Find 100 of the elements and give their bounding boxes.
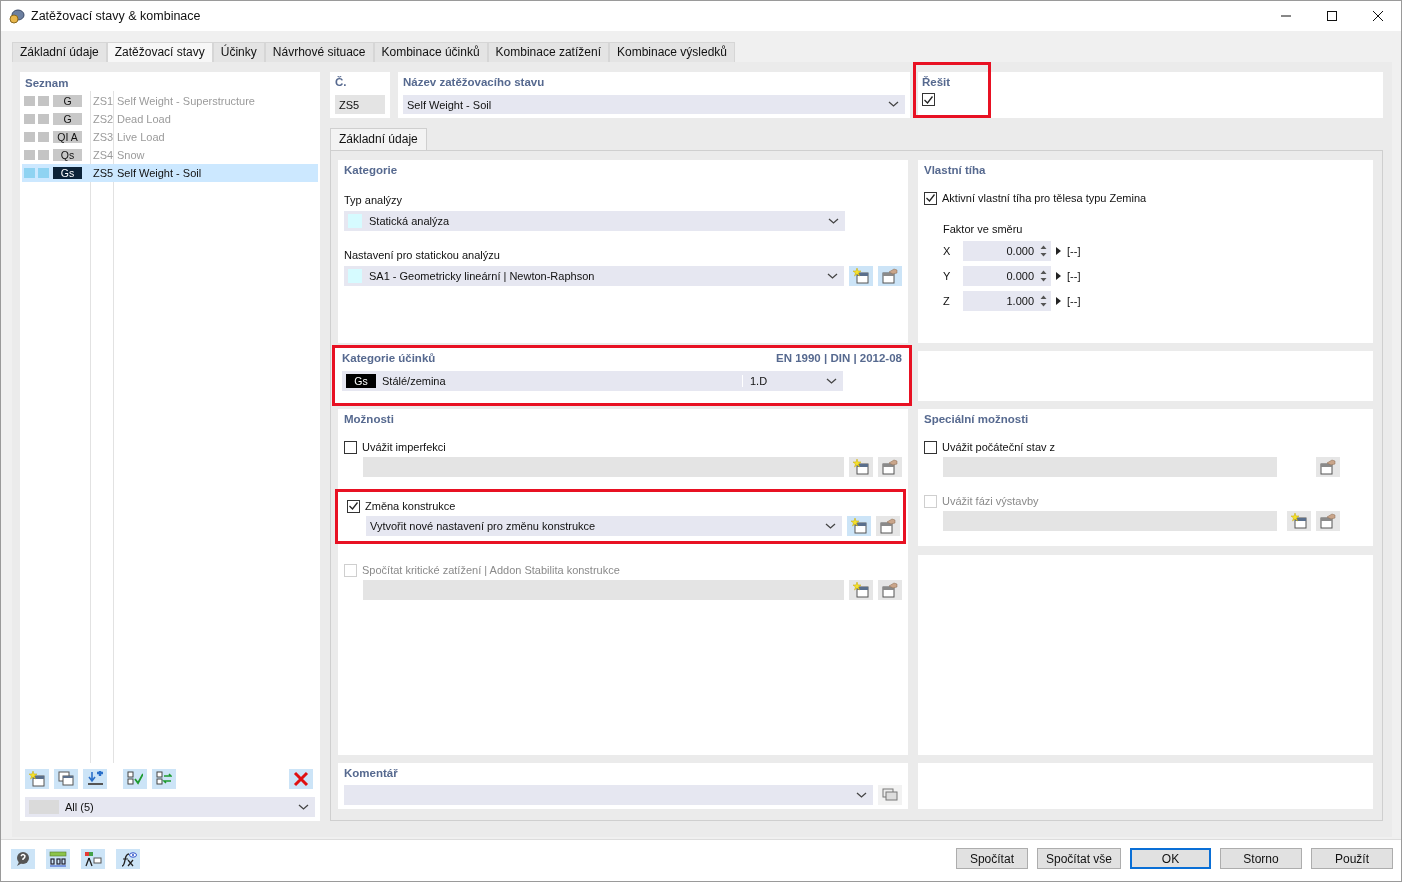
speech-bubble-icon xyxy=(15,850,31,867)
checkbox-label: Spočítat kritické zatížení | Addon Stabilita konstrukce xyxy=(362,564,620,576)
load-case-name: Snow xyxy=(116,149,145,161)
checkbox[interactable] xyxy=(344,440,357,454)
tool-button[interactable] xyxy=(1316,511,1340,531)
window-hand-icon xyxy=(882,459,898,475)
checkbox-label: Aktivní vlastní tíha pro tělesa typu Zemina xyxy=(942,192,1147,204)
checkbox[interactable] xyxy=(347,499,360,513)
dialog-button[interactable]: OK xyxy=(1130,848,1211,869)
tab[interactable]: Základní údaje xyxy=(12,42,107,62)
standard-label: EN 1990 | DIN | 2012-08 xyxy=(776,351,902,366)
checkmark-icon xyxy=(926,194,935,202)
field-label: Nastavení pro statickou analýzu xyxy=(344,248,501,263)
triangle-right-icon[interactable] xyxy=(1056,247,1061,255)
spinner-icon xyxy=(1040,295,1047,307)
category-tag: Gs xyxy=(346,374,376,388)
field-label: Název zatěžovacího stavu xyxy=(403,75,546,90)
color-square xyxy=(38,168,49,178)
number-field[interactable]: 1.000 xyxy=(963,291,1051,311)
chevron-down-icon xyxy=(298,803,309,811)
window-star-icon xyxy=(29,771,45,787)
unit-label: [--] xyxy=(1067,270,1081,282)
dialog-button[interactable]: Storno xyxy=(1220,848,1302,869)
field-label: Faktor ve směru xyxy=(943,223,1024,235)
comment-field[interactable] xyxy=(344,785,873,805)
window-star-icon xyxy=(853,582,869,598)
delete-icon xyxy=(293,771,309,787)
dialog-button[interactable]: Spočítat xyxy=(955,848,1028,869)
tab[interactable]: Účinky xyxy=(212,42,265,62)
ruler-icon xyxy=(49,850,67,867)
triangle-right-icon[interactable] xyxy=(1056,272,1061,280)
unit-label: [--] xyxy=(1067,245,1081,257)
tab[interactable]: Základní údaje xyxy=(330,128,427,150)
units-button[interactable] xyxy=(46,848,70,869)
tool-button[interactable] xyxy=(25,769,49,789)
tool-button[interactable] xyxy=(878,266,902,286)
checkbox[interactable] xyxy=(924,440,937,454)
tab[interactable]: Kombinace zatížení xyxy=(487,42,609,62)
color-square xyxy=(24,150,35,160)
category-tag: G xyxy=(53,113,82,125)
panel-title: Kategorie účinků xyxy=(342,351,436,366)
chevron-down-icon xyxy=(828,217,839,225)
tab[interactable]: Zatěžovací stavy xyxy=(106,42,213,62)
help-button[interactable] xyxy=(11,848,35,869)
load-case-number: ZS3 xyxy=(92,131,114,143)
list-item[interactable]: G ZS2 Dead Load xyxy=(22,110,318,128)
tool-button[interactable] xyxy=(878,785,902,805)
window-hand-icon xyxy=(882,582,898,598)
checkbox[interactable] xyxy=(924,191,937,205)
tool-button[interactable] xyxy=(849,266,873,286)
display-button[interactable] xyxy=(81,848,105,869)
tab[interactable]: Návrhové situace xyxy=(264,42,374,62)
tool-button[interactable] xyxy=(847,516,871,536)
tab[interactable]: Kombinace výsledků xyxy=(609,42,736,62)
list-item[interactable]: Gs ZS5 Self Weight - Soil xyxy=(22,164,318,182)
number-field[interactable]: 0.000 xyxy=(963,266,1051,286)
spinner-icon xyxy=(1040,245,1047,257)
list-item[interactable]: G ZS1 Self Weight - Superstructure xyxy=(22,92,318,110)
triangle-right-icon[interactable] xyxy=(1056,297,1061,305)
list-item[interactable]: QI A ZS3 Live Load xyxy=(22,128,318,146)
tool-button[interactable] xyxy=(83,769,107,789)
number-field[interactable]: ZS5 xyxy=(335,95,385,114)
field-label: Typ analýzy xyxy=(344,193,404,208)
filter-dropdown[interactable]: All (5) xyxy=(25,797,315,817)
dialog-button[interactable]: Spočítat vše xyxy=(1036,848,1121,869)
panel-title: Komentář xyxy=(344,766,399,781)
tool-button[interactable] xyxy=(123,769,147,789)
dialog-button[interactable]: Použít xyxy=(1311,848,1393,869)
tool-button[interactable] xyxy=(876,516,900,536)
list-item[interactable]: Qs ZS4 Snow xyxy=(22,146,318,164)
analysis-type-dropdown[interactable]: Statická analýza xyxy=(344,211,845,231)
tool-button[interactable] xyxy=(289,769,313,789)
panel-title: Možnosti xyxy=(344,412,395,427)
load-case-name: Self Weight - Soil xyxy=(116,167,202,179)
formula-eye-icon xyxy=(119,850,137,867)
tool-button[interactable] xyxy=(849,457,873,477)
tool-button[interactable] xyxy=(152,769,176,789)
checkmark-icon xyxy=(924,95,933,104)
checkbox-label: Změna konstrukce xyxy=(365,500,456,512)
checkmark-icon xyxy=(349,502,358,510)
tool-button[interactable] xyxy=(878,457,902,477)
formula-button[interactable] xyxy=(116,848,140,869)
unit-label: [--] xyxy=(1067,295,1081,307)
load-case-name: Self Weight - Superstructure xyxy=(116,95,255,107)
tool-button[interactable] xyxy=(1287,511,1311,531)
option-dropdown[interactable]: Vytvořit nové nastavení pro změnu konstrukce xyxy=(366,516,842,536)
window-star-icon xyxy=(1291,513,1307,529)
tab[interactable]: Kombinace účinků xyxy=(373,42,488,62)
action-category-dropdown[interactable]: Gs Stálé/zemina 1.D xyxy=(342,371,843,391)
name-dropdown[interactable]: Self Weight - Soil xyxy=(403,95,905,114)
number-field[interactable]: 0.000 xyxy=(963,241,1051,261)
settings-dropdown[interactable]: SA1 - Geometricky lineární | Newton-Raphson xyxy=(344,266,844,286)
load-case-name: Dead Load xyxy=(116,113,171,125)
checkbox[interactable] xyxy=(922,93,935,106)
close-icon xyxy=(1373,11,1383,21)
color-square xyxy=(38,132,49,142)
tool-button[interactable] xyxy=(54,769,78,789)
checkbox-label: Uvážit fázi výstavby xyxy=(942,495,1039,507)
axis-label: Y xyxy=(943,270,952,282)
tool-button[interactable] xyxy=(1316,457,1340,477)
